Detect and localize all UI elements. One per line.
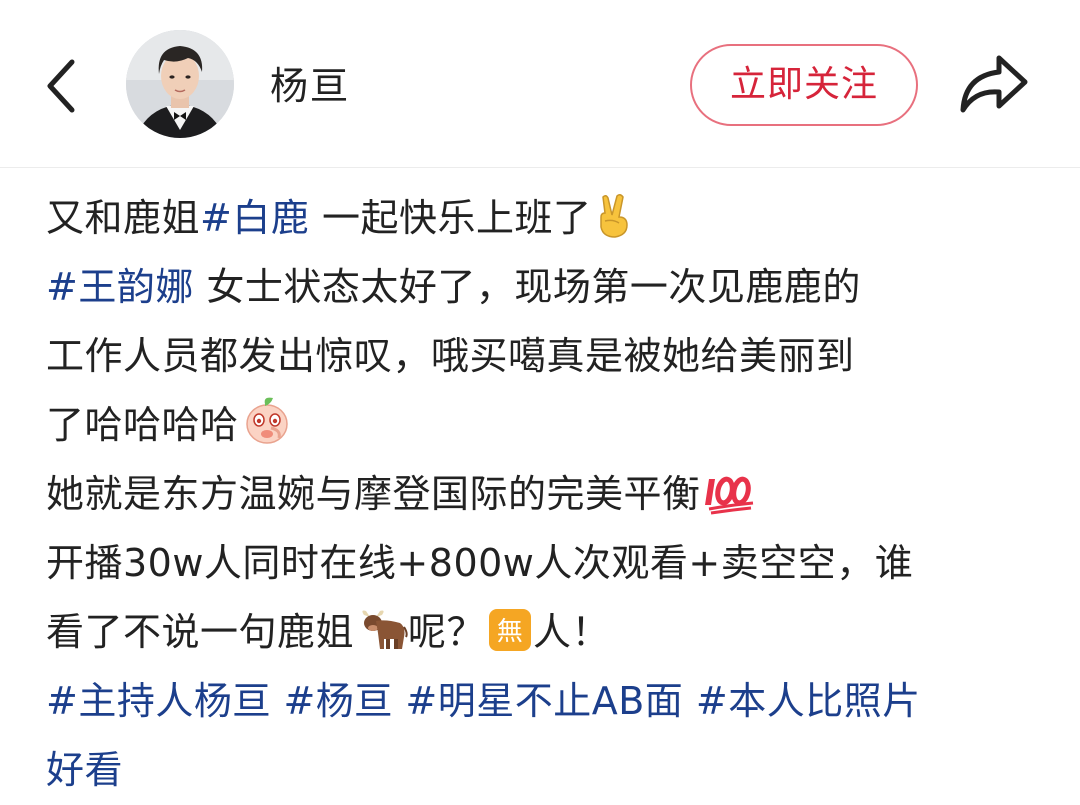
post-line: 看了不说一句鹿姐 呢？ 無 人！	[46, 598, 1046, 667]
hashtag-link[interactable]: #明星不止AB面	[405, 679, 683, 723]
post-body: 又和鹿姐#白鹿 一起快乐上班了 #王韵娜 女士状态太好了，现场第一次见鹿鹿的 工…	[46, 184, 1046, 805]
post-line: 又和鹿姐#白鹿 一起快乐上班了	[46, 184, 1046, 253]
hashtag-link[interactable]: #白鹿	[200, 196, 309, 240]
post-text: 工作人员都发出惊叹，哦买噶真是被她给美丽到	[46, 334, 855, 378]
post-text: 一起快乐上班了	[309, 196, 592, 240]
hashtag-link[interactable]: #王韵娜	[46, 265, 194, 309]
post-text: 人！	[533, 610, 611, 654]
avatar[interactable]	[126, 30, 234, 138]
hashtag-link-continuation[interactable]: 好看	[46, 748, 123, 792]
post-line: 她就是东方温婉与摩登国际的完美平衡	[46, 460, 1046, 529]
post-text: 又和鹿姐	[46, 196, 201, 240]
post-text: 女士状态太好了，现场第一次见鹿鹿的	[193, 265, 861, 309]
victory-hand-emoji-icon	[593, 191, 635, 239]
post-text: 她就是东方温婉与摩登国际的完美平衡	[46, 472, 701, 516]
chevron-left-icon	[47, 59, 75, 113]
hashtag-link[interactable]: #本人比照片	[696, 679, 921, 723]
post-line: 开播30w人同时在线+800w人次观看+卖空空，谁	[46, 529, 1046, 598]
back-button[interactable]	[38, 56, 86, 116]
post-line: 了哈哈哈哈	[46, 391, 1046, 460]
top-bar: 杨亘 立即关注	[0, 0, 1080, 168]
peach-laughing-emoji-icon	[241, 394, 293, 446]
post-text: 看了不说一句鹿姐	[46, 610, 355, 654]
share-button[interactable]	[955, 50, 1031, 116]
share-arrow-icon	[960, 55, 1028, 113]
post-line: 好看	[46, 736, 1046, 805]
post-text: 呢？	[408, 610, 486, 654]
hashtag-link[interactable]: #主持人杨亘	[46, 679, 271, 723]
post-line: 工作人员都发出惊叹，哦买噶真是被她给美丽到	[46, 322, 1046, 391]
ox-emoji-icon	[356, 607, 408, 653]
follow-button[interactable]: 立即关注	[690, 44, 918, 126]
post-text: 了哈哈哈哈	[46, 403, 239, 447]
username[interactable]: 杨亘	[270, 60, 350, 112]
hashtag-link[interactable]: #杨亘	[283, 679, 392, 723]
post-line: #主持人杨亘 #杨亘 #明星不止AB面 #本人比照片	[46, 667, 1046, 736]
hundred-points-emoji-icon	[703, 471, 757, 515]
none-button-emoji-icon: 無	[487, 607, 533, 653]
post-text: 开播30w人同时在线+800w人次观看+卖空空，谁	[46, 541, 914, 585]
post-line: #王韵娜 女士状态太好了，现场第一次见鹿鹿的	[46, 253, 1046, 322]
svg-text:無: 無	[497, 617, 524, 647]
